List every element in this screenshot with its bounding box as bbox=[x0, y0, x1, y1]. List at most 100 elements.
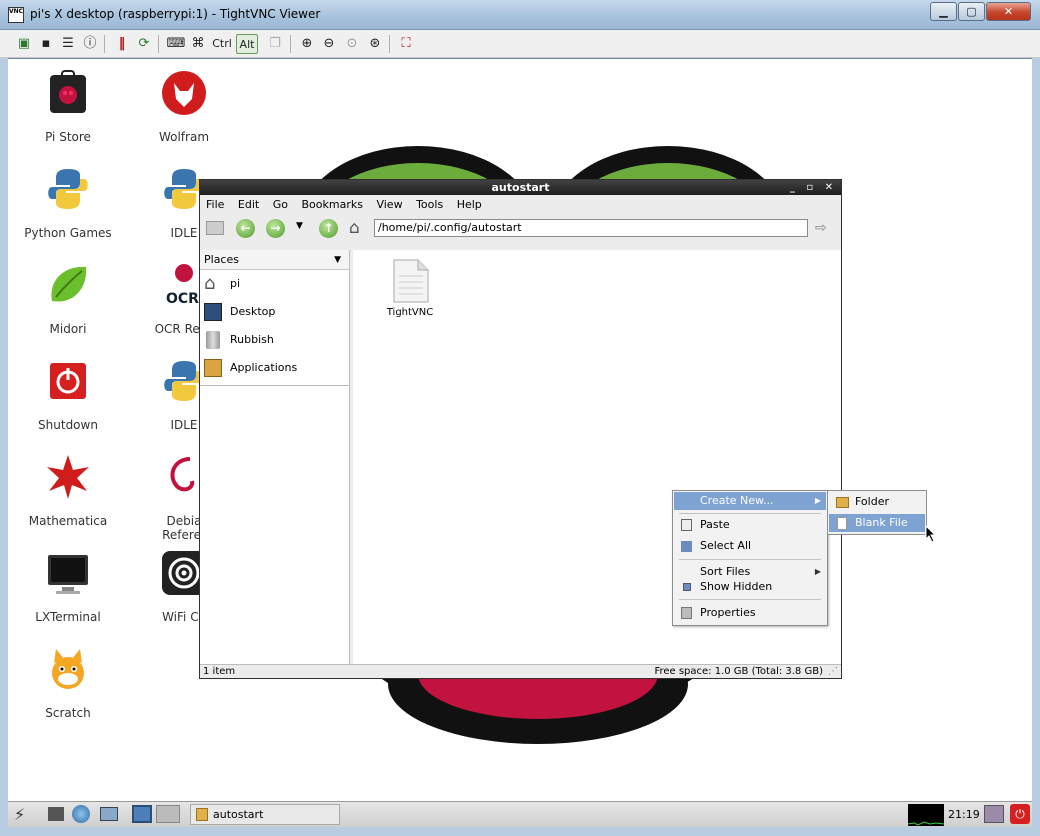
fm-titlebar[interactable]: autostart _ ▫ ✕ bbox=[200, 180, 841, 195]
menu-item-label: Properties bbox=[700, 606, 756, 619]
menu-launcher-icon[interactable]: ⚡ bbox=[14, 805, 25, 824]
menu-help[interactable]: Help bbox=[457, 198, 482, 211]
desktop-2-pager[interactable] bbox=[156, 805, 180, 823]
save-icon[interactable]: ▪ bbox=[36, 34, 56, 54]
pi-store-icon bbox=[50, 70, 86, 113]
new-connection-icon[interactable]: ▣ bbox=[14, 34, 34, 54]
submenu-item-folder[interactable]: Folder bbox=[829, 493, 925, 511]
submenu-arrow-icon: ▶ bbox=[814, 496, 821, 505]
cpu-monitor bbox=[908, 804, 944, 826]
desktop-icon-shutdown[interactable]: Shutdown bbox=[13, 357, 123, 432]
status-item-count: 1 item bbox=[203, 666, 236, 677]
menu-item-label: Paste bbox=[700, 518, 730, 531]
history-dropdown-icon[interactable]: ▼ bbox=[296, 221, 303, 231]
checkbox-icon bbox=[683, 583, 691, 591]
taskbar-button-autostart[interactable]: autostart bbox=[190, 804, 340, 825]
vnc-toolbar: ▣ ▪ ☰ ⓘ ‖ ⟳ ⌨ ⌘ Ctrl Alt ❐ ⊕ ⊖ ⊙ ⊛ ⛶ bbox=[0, 30, 1040, 58]
ctrl-alt-del-icon[interactable]: ⌨ bbox=[166, 34, 186, 54]
blank-file-icon bbox=[837, 517, 847, 530]
menu-bookmarks[interactable]: Bookmarks bbox=[302, 198, 363, 211]
vnc-app-icon[interactable]: VNC bbox=[8, 7, 24, 23]
zoom-out-icon[interactable]: ⊖ bbox=[319, 34, 339, 54]
menu-item-paste[interactable]: Paste bbox=[674, 516, 826, 534]
menu-tools[interactable]: Tools bbox=[416, 198, 443, 211]
menu-view[interactable]: View bbox=[376, 198, 402, 211]
place-pi[interactable]: ⌂ pi bbox=[200, 270, 349, 298]
place-applications[interactable]: Applications bbox=[200, 354, 349, 382]
vnc-titlebar: VNC pi's X desktop (raspberrypi:1) - Tig… bbox=[0, 0, 1040, 30]
menu-item-show-hidden[interactable]: Show Hidden bbox=[674, 578, 826, 596]
back-icon[interactable]: ← bbox=[236, 219, 255, 238]
fm-window-controls[interactable]: _ ▫ ✕ bbox=[790, 180, 837, 195]
file-item[interactable]: TightVNC bbox=[385, 258, 435, 318]
close-button[interactable]: ✕ bbox=[986, 2, 1031, 21]
desktop-icon-lxterminal[interactable]: LXTerminal bbox=[13, 549, 123, 624]
zoom-in-icon[interactable]: ⊕ bbox=[297, 34, 317, 54]
browser-icon[interactable] bbox=[72, 805, 90, 823]
clock[interactable]: 21:19 bbox=[948, 808, 980, 821]
file-manager-window: autostart _ ▫ ✕ File Edit Go Bookmarks V… bbox=[199, 179, 937, 679]
menu-item-create-new[interactable]: Create New... ▶ bbox=[674, 492, 826, 510]
refresh-icon[interactable]: ⟳ bbox=[134, 34, 154, 54]
ctrl-toggle[interactable]: Ctrl bbox=[210, 34, 234, 54]
desktop-icon-scratch[interactable]: Scratch bbox=[13, 645, 123, 720]
fm-window-title: autostart bbox=[491, 181, 550, 194]
select-all-icon bbox=[681, 541, 692, 552]
desktop-icon-pi-store[interactable]: Pi Store bbox=[13, 69, 123, 144]
address-bar[interactable]: /home/pi/.config/autostart bbox=[374, 219, 808, 237]
up-icon[interactable]: ↑ bbox=[319, 219, 338, 238]
taskbar: ⚡ autostart 21:19 ⏻ bbox=[8, 801, 1032, 827]
info-icon[interactable]: ⓘ bbox=[80, 34, 100, 54]
place-rubbish[interactable]: Rubbish bbox=[200, 326, 349, 354]
context-menu: Create New... ▶ Paste Select All Sort Fi… bbox=[672, 490, 828, 626]
desktop-icon-wolfram[interactable]: Wolfram bbox=[129, 69, 239, 144]
window-switcher-icon[interactable] bbox=[100, 807, 118, 821]
desktop-icon-mathematica[interactable]: Mathematica bbox=[13, 453, 123, 528]
options-icon[interactable]: ☰ bbox=[58, 34, 78, 54]
desktop-icon-label: Python Games bbox=[24, 226, 112, 240]
go-icon[interactable]: ⇨ bbox=[815, 220, 827, 236]
home-icon[interactable]: ⌂ bbox=[349, 219, 360, 237]
taskbar-button-label: autostart bbox=[213, 808, 264, 821]
file-name: TightVNC bbox=[386, 307, 434, 318]
applications-icon bbox=[204, 359, 222, 377]
alt-toggle[interactable]: Alt bbox=[236, 34, 258, 54]
menu-file[interactable]: File bbox=[206, 198, 224, 211]
menu-item-label: Sort Files bbox=[700, 565, 751, 578]
trash-icon bbox=[206, 331, 220, 349]
clipboard-icon[interactable]: ❐ bbox=[265, 34, 285, 54]
places-header-label: Places bbox=[204, 253, 239, 266]
lock-screen-icon[interactable] bbox=[984, 805, 1004, 823]
desktop-icon-label: Pi Store bbox=[45, 130, 91, 144]
zoom-100-icon[interactable]: ⊙ bbox=[342, 34, 362, 54]
mathematica-icon bbox=[47, 455, 89, 499]
menu-item-select-all[interactable]: Select All bbox=[674, 537, 826, 555]
fm-toolbar: ← → ▼ ↑ ⌂ /home/pi/.config/autostart ⇨ bbox=[200, 215, 841, 243]
menu-item-properties[interactable]: Properties bbox=[674, 604, 826, 622]
forward-icon[interactable]: → bbox=[266, 219, 285, 238]
status-bar: 1 item Free space: 1.0 GB (Total: 3.8 GB… bbox=[200, 664, 841, 678]
desktop-icon-midori[interactable]: Midori bbox=[13, 261, 123, 336]
create-new-submenu: Folder Blank File bbox=[827, 490, 927, 535]
scratch-icon bbox=[52, 649, 84, 689]
zoom-fit-icon[interactable]: ⊛ bbox=[365, 34, 385, 54]
maximize-button[interactable]: ▢ bbox=[958, 2, 985, 21]
menu-item-label: Folder bbox=[855, 495, 889, 508]
ctrl-esc-icon[interactable]: ⌘ bbox=[188, 34, 208, 54]
submenu-item-blank-file[interactable]: Blank File bbox=[829, 514, 925, 532]
menu-go[interactable]: Go bbox=[273, 198, 288, 211]
places-header[interactable]: Places ▼ bbox=[200, 250, 349, 270]
pause-icon[interactable]: ‖ bbox=[112, 34, 132, 54]
desktop-icon-python-games[interactable]: Python Games bbox=[13, 165, 123, 240]
place-desktop[interactable]: Desktop bbox=[200, 298, 349, 326]
chevron-down-icon[interactable]: ▼ bbox=[334, 250, 341, 270]
desktop-icon-label: Midori bbox=[49, 322, 87, 336]
menu-edit[interactable]: Edit bbox=[238, 198, 259, 211]
show-desktop-icon[interactable] bbox=[48, 807, 64, 821]
power-icon[interactable]: ⏻ bbox=[1010, 804, 1030, 824]
fullscreen-icon[interactable]: ⛶ bbox=[396, 34, 416, 54]
resize-grip-icon[interactable]: ⋰ bbox=[828, 665, 838, 679]
minimize-button[interactable]: ▁ bbox=[930, 2, 957, 21]
desktop-1-pager[interactable] bbox=[132, 805, 152, 823]
new-tab-icon[interactable] bbox=[206, 221, 224, 235]
